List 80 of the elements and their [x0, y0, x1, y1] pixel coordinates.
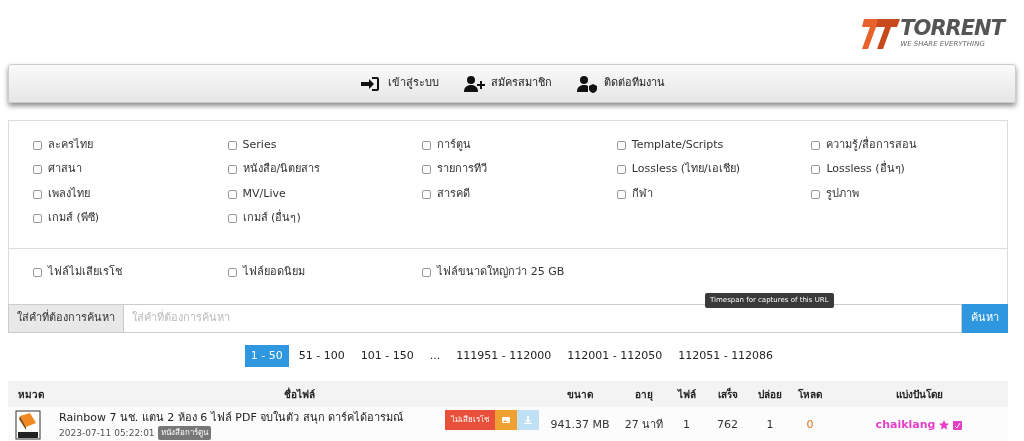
checkbox[interactable] [616, 140, 626, 150]
checkbox[interactable] [227, 267, 237, 277]
checkbox-option[interactable]: รายการทีวี [422, 160, 617, 179]
page-link[interactable]: 111951 - 112000 [450, 344, 558, 368]
badge-icon [953, 420, 963, 430]
image-icon [502, 416, 510, 423]
checkbox[interactable] [422, 267, 432, 277]
checkbox-option[interactable]: เกมส์ (อื่นๆ) [227, 209, 423, 228]
checkbox-option[interactable]: ไฟล์ยอดนิยม [227, 263, 423, 281]
checkbox[interactable] [33, 214, 42, 223]
free-ratio-button[interactable]: ไม่เสียเรโช [445, 409, 495, 430]
page-link[interactable]: 112001 - 112050 [561, 344, 669, 368]
table-cell: 0 [806, 417, 814, 431]
checkbox[interactable] [33, 140, 42, 150]
pagination-ellipsis: ... [428, 347, 442, 364]
file-title[interactable]: Rainbow 7 นช. แตน 2 ห้อง 6 ไฟล์ PDF จบในตัว สนุก ดาร์คได้อารมณ์ [59, 409, 404, 427]
download-icon [524, 415, 532, 424]
checkbox-option[interactable]: กีฬา [616, 185, 812, 203]
page-link[interactable]: 101 - 150 [354, 344, 420, 368]
table-cell: 941.37 MB [550, 417, 610, 431]
checkbox[interactable] [422, 189, 432, 199]
column-header: แบ่งปันโดย [830, 381, 1008, 407]
checkbox-option[interactable]: Lossless (อื่นๆ) [811, 160, 1006, 179]
checkbox-option[interactable]: เพลงไทย [33, 185, 228, 203]
checkbox[interactable] [616, 189, 626, 199]
checkbox[interactable] [33, 189, 42, 199]
checkbox[interactable] [227, 140, 237, 150]
checkbox[interactable] [422, 165, 432, 174]
login-icon [359, 74, 382, 93]
checkbox-option[interactable]: ไฟล์ขนาดใหญ่กว่า 25 GB [422, 263, 617, 281]
table-cell: 27 นาที [624, 417, 664, 431]
checkbox-option[interactable]: Template/Scripts [616, 136, 812, 154]
search-field[interactable]: ใส่คำที่ต้องการค้นหา [124, 304, 962, 333]
column-header: ปล่อย [750, 381, 790, 407]
checkbox-option[interactable]: ความรู้/สื่อการสอน [811, 136, 1006, 154]
checkbox[interactable] [422, 140, 432, 150]
nav-link[interactable]: ติดต่อทีมงาน [575, 74, 665, 93]
column-header: ชื่อไฟล์ [58, 381, 540, 407]
column-header: หมวด [8, 381, 58, 407]
table-cell: 1 [683, 417, 690, 431]
image-button[interactable] [495, 409, 517, 430]
upload-date: 2023-07-11 05:22:01 [59, 426, 155, 440]
page-link[interactable]: 51 - 100 [292, 344, 351, 368]
column-header: เสร็จ [705, 381, 750, 407]
checkbox[interactable] [811, 165, 821, 174]
checkbox[interactable] [33, 267, 42, 277]
column-header: ไฟล์ [668, 381, 705, 407]
checkbox[interactable] [227, 165, 237, 174]
checkbox[interactable] [33, 165, 42, 174]
logo-text: TORRENT [900, 18, 1004, 40]
checkbox[interactable] [227, 189, 237, 199]
checkbox-option[interactable]: รูปภาพ [811, 185, 1006, 203]
checkbox-option[interactable]: ละครไทย [33, 136, 228, 154]
checkbox-option[interactable]: สารคดี [422, 185, 617, 203]
table-cell: 1 [766, 417, 774, 431]
checkbox-option[interactable]: Lossless (ไทย/เอเชีย) [616, 160, 812, 179]
nav-link[interactable]: สมัครสมาชิก [462, 74, 552, 93]
checkbox[interactable] [616, 165, 626, 174]
checkbox[interactable] [811, 140, 821, 150]
checkbox-option[interactable]: หนังสือ/นิตยสาร [227, 160, 423, 179]
column-header: อายุ [620, 381, 668, 407]
checkbox[interactable] [811, 189, 821, 199]
column-header: โหลด [790, 381, 830, 407]
logo-icon [862, 17, 901, 51]
nav-link[interactable]: เข้าสู่ระบบ [359, 74, 439, 93]
category-tag: หนังสือการ์ตูน [157, 426, 211, 441]
user-shield-icon [575, 74, 598, 93]
table-cell: 762 [717, 417, 738, 431]
page-link[interactable]: 112051 - 112086 [672, 344, 780, 368]
checkbox[interactable] [227, 214, 237, 223]
search-label: ใส่คำที่ต้องการค้นหา [8, 304, 124, 333]
star-icon [939, 420, 950, 430]
user-plus-icon [462, 74, 485, 93]
checkbox-option[interactable]: MV/Live [227, 185, 423, 203]
checkbox-option[interactable]: ไฟล์ไม่เสียเรโช [33, 263, 228, 281]
checkbox-option[interactable]: Series [227, 136, 423, 154]
checkbox-option[interactable]: การ์ตูน [422, 136, 617, 154]
column-header: ขนาด [540, 381, 620, 407]
checkbox-option[interactable]: เกมส์ (พีซี) [33, 209, 228, 228]
checkbox-option[interactable]: ศาสนา [33, 160, 228, 179]
